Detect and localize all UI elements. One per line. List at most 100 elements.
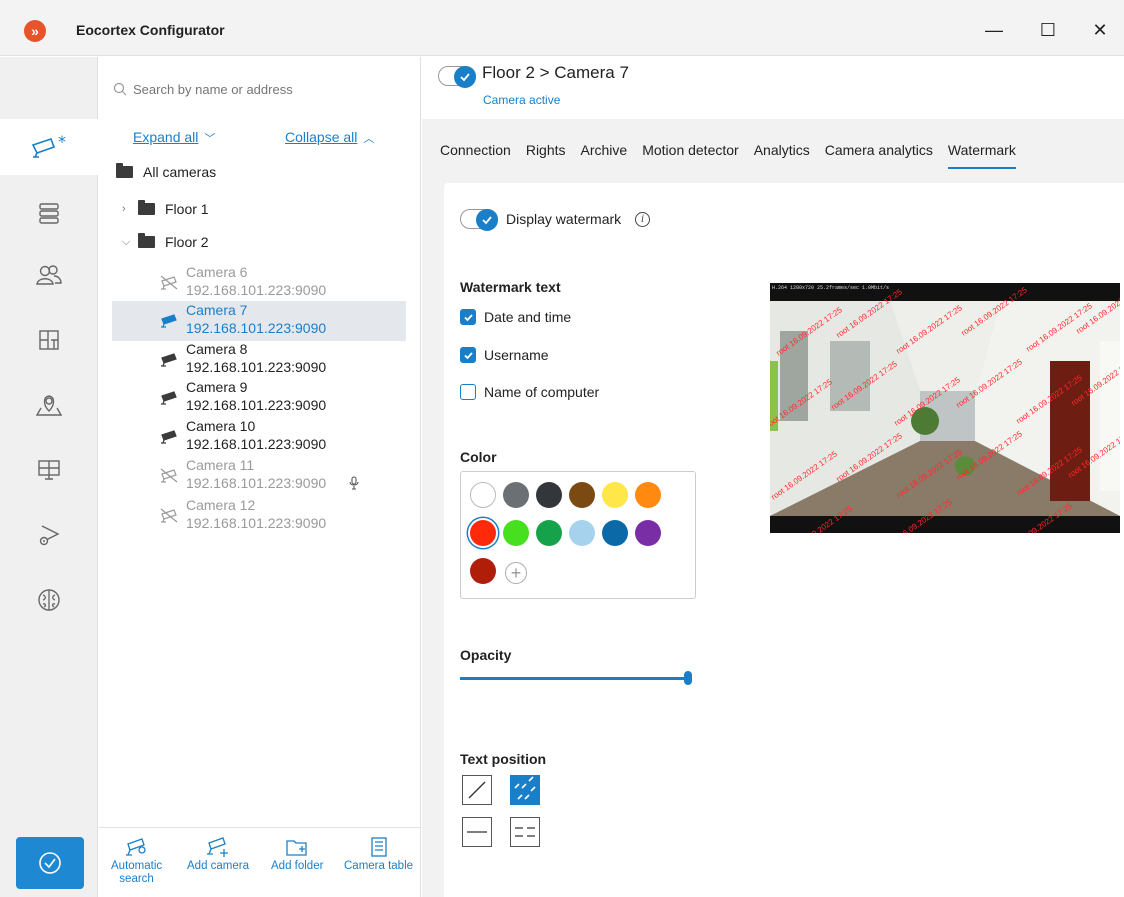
rail-layouts[interactable] bbox=[0, 312, 98, 368]
tree-folder-floor-1[interactable]: › Floor 1 bbox=[122, 200, 209, 217]
camera-disabled-icon bbox=[160, 468, 178, 483]
settings-panel: Floor 2 > Camera 7 Camera active Connect… bbox=[422, 57, 1124, 897]
rail-neural[interactable] bbox=[0, 572, 98, 628]
settings-tabs: Connection Rights Archive Motion detecto… bbox=[422, 119, 1124, 181]
tab-connection[interactable]: Connection bbox=[440, 119, 511, 181]
add-camera-label: Add camera bbox=[187, 860, 250, 872]
camera-row[interactable]: Camera 9 192.168.101.223:9090 bbox=[112, 378, 406, 418]
color-swatch[interactable] bbox=[470, 520, 496, 546]
tab-archive[interactable]: Archive bbox=[581, 119, 628, 181]
slider-thumb[interactable] bbox=[684, 671, 692, 685]
position-diagonal-single-button[interactable] bbox=[462, 775, 492, 805]
camera-status: Camera active bbox=[483, 93, 561, 107]
color-title: Color bbox=[460, 449, 497, 465]
rail-users[interactable] bbox=[0, 247, 98, 303]
table-icon bbox=[370, 837, 387, 857]
camera-row[interactable]: Camera 6 192.168.101.223:9090 bbox=[112, 263, 406, 303]
folder-label: Floor 1 bbox=[165, 201, 209, 217]
tree-root-all-cameras[interactable]: All cameras bbox=[116, 163, 216, 180]
camera-icon: * bbox=[31, 135, 66, 158]
rail-workstations[interactable] bbox=[0, 442, 98, 498]
diagonal-dashes-icon bbox=[514, 776, 536, 800]
tab-motion-detector[interactable]: Motion detector bbox=[642, 119, 739, 181]
camera-table-button[interactable]: Camera table bbox=[344, 836, 413, 873]
camera-disabled-icon bbox=[160, 275, 178, 290]
tab-rights[interactable]: Rights bbox=[526, 119, 566, 181]
collapse-all-link[interactable]: Collapse all ︿ bbox=[285, 129, 374, 146]
color-swatch[interactable] bbox=[569, 482, 595, 508]
search-input[interactable] bbox=[133, 81, 393, 97]
color-swatch[interactable] bbox=[503, 482, 529, 508]
text-position-title: Text position bbox=[460, 751, 547, 767]
date-time-checkbox[interactable]: Date and time bbox=[460, 309, 571, 325]
apply-button[interactable] bbox=[16, 837, 84, 889]
minimize-button[interactable]: — bbox=[972, 14, 1016, 46]
check-icon bbox=[454, 66, 476, 88]
camera-row[interactable]: Camera 8 192.168.101.223:9090 bbox=[112, 340, 406, 380]
tree-folder-floor-2[interactable]: ⌵ Floor 2 bbox=[122, 233, 209, 250]
microphone-icon bbox=[349, 476, 359, 490]
camera-row[interactable]: Camera 11 192.168.101.223:9090 bbox=[112, 456, 406, 496]
automatic-search-label-1: Automatic bbox=[111, 860, 163, 872]
color-swatch[interactable] bbox=[635, 520, 661, 546]
color-swatch[interactable] bbox=[536, 482, 562, 508]
position-horizontal-single-button[interactable] bbox=[462, 817, 492, 847]
search-box[interactable] bbox=[113, 77, 403, 101]
camera-table-label: Camera table bbox=[344, 860, 414, 872]
camera-address: 192.168.101.223:9090 bbox=[186, 436, 327, 452]
color-swatch[interactable] bbox=[470, 482, 496, 508]
rail-maps[interactable] bbox=[0, 377, 98, 433]
color-swatch[interactable] bbox=[470, 558, 496, 584]
horizontal-line-icon bbox=[467, 831, 487, 833]
color-swatch[interactable] bbox=[635, 482, 661, 508]
camera-row[interactable]: Camera 12 192.168.101.223:9090 bbox=[112, 496, 406, 536]
folder-icon bbox=[138, 233, 155, 248]
tab-watermark[interactable]: Watermark bbox=[947, 119, 1016, 181]
display-watermark-toggle[interactable] bbox=[460, 209, 498, 231]
position-diagonal-multiple-button[interactable] bbox=[510, 775, 540, 805]
automatic-search-button[interactable]: Automatic search bbox=[111, 836, 162, 886]
color-swatch[interactable] bbox=[602, 482, 628, 508]
display-watermark-label: Display watermark bbox=[506, 211, 622, 227]
camera-address: 192.168.101.223:9090 bbox=[186, 282, 327, 298]
watermark-card: Display watermark i Watermark text Date … bbox=[444, 183, 1124, 897]
chevron-down-icon: ⌵ bbox=[122, 235, 131, 248]
add-camera-button[interactable]: Add camera bbox=[187, 836, 249, 873]
camera-active-toggle[interactable] bbox=[438, 66, 476, 88]
camera-row[interactable]: Camera 7 192.168.101.223:9090 bbox=[112, 301, 406, 341]
display-watermark-row: Display watermark i bbox=[460, 209, 651, 231]
camera-row[interactable]: Camera 10 192.168.101.223:9090 bbox=[112, 417, 406, 457]
add-folder-button[interactable]: Add folder bbox=[271, 836, 323, 873]
color-swatch[interactable] bbox=[536, 520, 562, 546]
automatic-search-label-2: search bbox=[119, 873, 154, 885]
folder-icon bbox=[138, 200, 155, 215]
camera-icon bbox=[161, 430, 177, 444]
expand-all-link[interactable]: Expand all ﹀ bbox=[133, 129, 215, 146]
tab-analytics[interactable]: Analytics bbox=[754, 119, 810, 181]
position-horizontal-multiple-button[interactable] bbox=[510, 817, 540, 847]
camera-title: Floor 2 > Camera 7 bbox=[482, 63, 629, 82]
username-checkbox[interactable]: Username bbox=[460, 347, 549, 363]
search-icon bbox=[113, 82, 127, 96]
tab-camera-analytics[interactable]: Camera analytics bbox=[825, 119, 933, 181]
computer-name-checkbox[interactable]: Name of computer bbox=[460, 384, 599, 400]
info-icon[interactable]: i bbox=[635, 211, 651, 227]
color-swatch[interactable] bbox=[503, 520, 529, 546]
users-icon bbox=[36, 265, 62, 285]
color-swatch[interactable] bbox=[569, 520, 595, 546]
computer-name-label: Name of computer bbox=[484, 384, 600, 400]
rail-camera-settings[interactable] bbox=[0, 507, 98, 563]
rail-servers[interactable] bbox=[0, 185, 98, 241]
opacity-slider[interactable] bbox=[460, 671, 692, 685]
camera-disabled-icon bbox=[160, 508, 178, 523]
add-color-icon[interactable]: + bbox=[505, 562, 527, 584]
chevron-up-icon: ︿ bbox=[363, 133, 375, 145]
app-logo: » bbox=[24, 20, 46, 42]
rail-cameras[interactable]: * bbox=[0, 119, 98, 175]
color-swatch[interactable] bbox=[602, 520, 628, 546]
chevron-right-icon: › bbox=[122, 203, 126, 215]
close-button[interactable]: ✕ bbox=[1078, 14, 1122, 46]
camera-icon bbox=[161, 314, 177, 328]
maximize-button[interactable]: ☐ bbox=[1026, 14, 1070, 46]
checkbox-checked-icon bbox=[460, 309, 476, 325]
